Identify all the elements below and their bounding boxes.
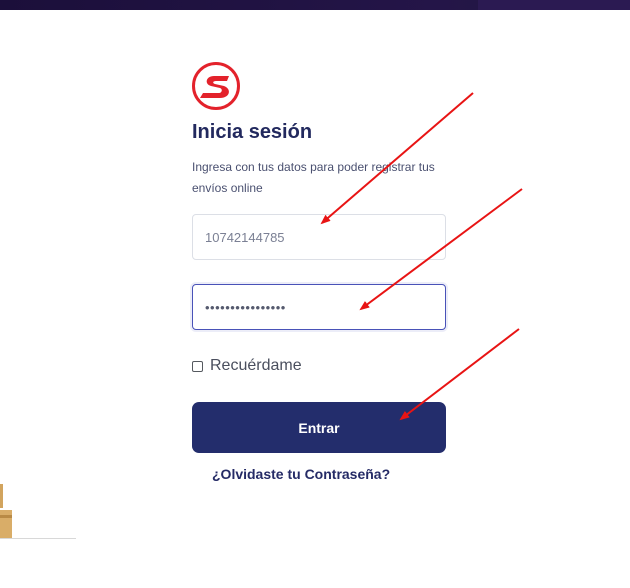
forgot-password-link[interactable]: ¿Olvidaste tu Contraseña? [212, 466, 390, 482]
login-button[interactable]: Entrar [192, 402, 446, 453]
remember-checkbox[interactable] [192, 360, 203, 372]
remember-me[interactable]: Recuérdame [192, 357, 302, 375]
page-subtitle: Ingresa con tus datos para poder registr… [192, 160, 435, 195]
brand-logo-icon [192, 62, 240, 110]
package-illustration [0, 484, 12, 538]
divider [0, 538, 76, 539]
remember-label: Recuérdame [210, 357, 302, 374]
username-field[interactable] [192, 214, 446, 260]
page-title: Inicia sesión [192, 121, 313, 143]
password-field[interactable] [192, 284, 446, 330]
top-bar-accent [478, 0, 630, 10]
